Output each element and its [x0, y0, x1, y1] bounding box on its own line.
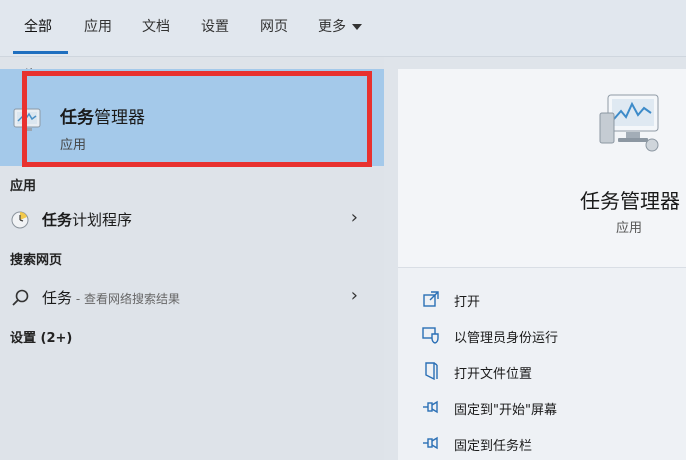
- chevron-right-icon[interactable]: ›: [351, 285, 358, 306]
- action-pin-to-start-label: 固定到"开始"屏幕: [454, 403, 557, 418]
- detail-app-name: 任务管理器: [580, 189, 680, 213]
- best-match-type: 应用: [60, 138, 87, 153]
- tab-all[interactable]: 全部: [24, 16, 52, 36]
- pin-icon: [423, 400, 438, 414]
- shield-icon: [422, 327, 439, 344]
- action-run-as-admin-label: 以管理员身份运行: [454, 331, 559, 346]
- file-location-icon: [425, 362, 438, 380]
- clock-icon: [11, 211, 29, 229]
- web-search-result[interactable]: 任务 - 查看网络搜索结果 ›: [0, 279, 384, 315]
- active-tab-indicator: [13, 51, 68, 54]
- web-search-label: 任务 - 查看网络搜索结果: [42, 289, 180, 307]
- tab-documents[interactable]: 文档: [142, 16, 170, 36]
- caret-down-icon: [352, 24, 362, 30]
- detail-header: 任务管理器 应用: [398, 69, 686, 268]
- tab-more-label: 更多: [318, 19, 346, 35]
- open-icon: [423, 291, 439, 307]
- detail-app-type: 应用: [616, 221, 643, 236]
- action-open-file-location-label: 打开文件位置: [454, 367, 533, 382]
- best-match-item[interactable]: 任务管理器 应用: [0, 69, 384, 166]
- task-manager-icon: [13, 108, 41, 131]
- section-apps: 应用: [10, 179, 37, 194]
- action-pin-to-taskbar-label: 固定到任务栏: [454, 439, 533, 454]
- section-search-web: 搜索网页: [10, 253, 63, 268]
- detail-pane: 任务管理器 应用 打开 以管理员身份运行 打开文件位置 固定到"开始"屏幕 固定…: [398, 69, 686, 460]
- action-run-as-admin[interactable]: 以管理员身份运行: [420, 323, 680, 351]
- pin-icon: [423, 436, 438, 450]
- tab-apps[interactable]: 应用: [84, 16, 112, 36]
- results-pane: 最佳匹配 任务管理器 应用 应用 任务计划程序 › 搜索网页 任务 - 查看网络…: [0, 57, 384, 460]
- action-pin-to-start[interactable]: 固定到"开始"屏幕: [420, 395, 680, 423]
- filter-tab-bar: 全部 应用 文档 设置 网页 更多: [0, 0, 686, 57]
- app-result-label: 任务计划程序: [42, 211, 133, 229]
- tab-settings[interactable]: 设置: [201, 16, 229, 36]
- chevron-right-icon[interactable]: ›: [351, 207, 358, 228]
- tab-web[interactable]: 网页: [260, 16, 288, 36]
- action-pin-to-taskbar[interactable]: 固定到任务栏: [420, 431, 680, 459]
- action-open-label: 打开: [454, 295, 481, 310]
- action-open-file-location[interactable]: 打开文件位置: [420, 359, 680, 387]
- tab-more[interactable]: 更多: [318, 16, 362, 36]
- app-result-task-scheduler[interactable]: 任务计划程序 ›: [0, 201, 384, 237]
- search-icon: [12, 289, 29, 306]
- action-open[interactable]: 打开: [420, 287, 680, 315]
- best-match-title: 任务管理器: [60, 108, 145, 128]
- section-settings[interactable]: 设置 (2+): [10, 327, 72, 346]
- task-manager-icon: [599, 94, 659, 152]
